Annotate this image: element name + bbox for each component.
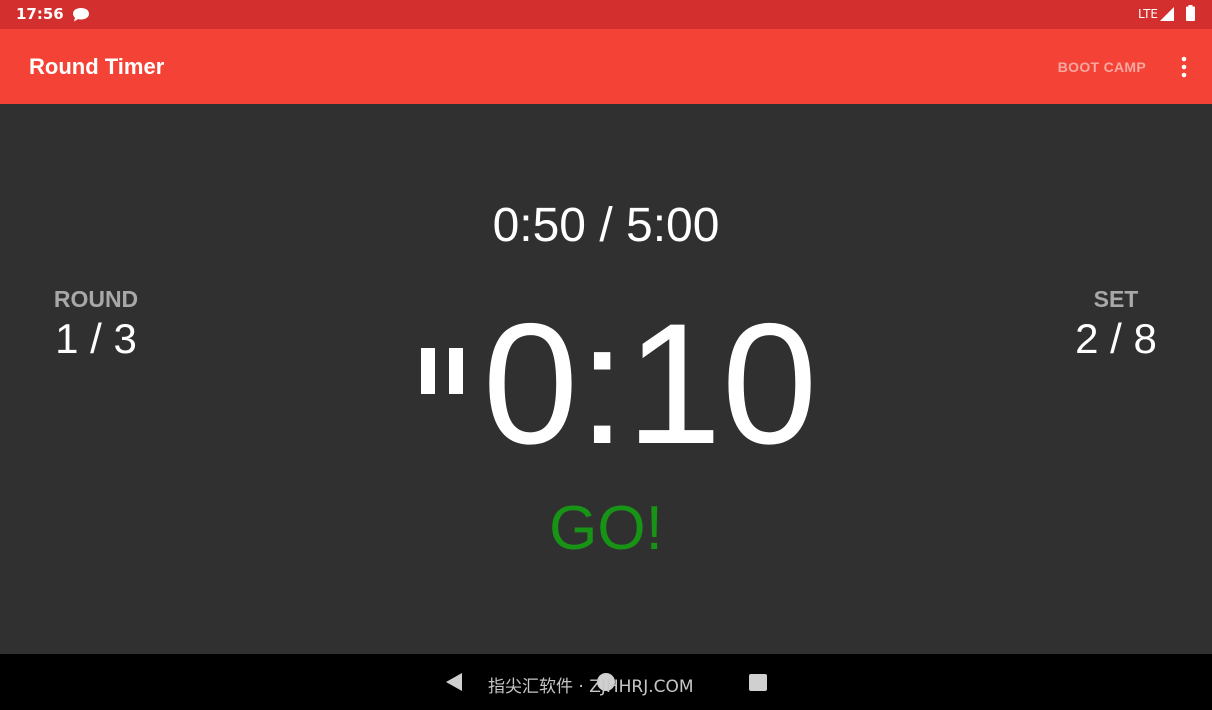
network-type: LTE <box>1138 7 1158 21</box>
more-vert-icon[interactable] <box>1178 55 1190 79</box>
boot-camp-button[interactable]: BOOT CAMP <box>1058 58 1146 76</box>
chat-bubble-icon <box>73 8 89 22</box>
status-time: 17:56 <box>16 5 64 23</box>
pause-icon[interactable] <box>413 342 471 400</box>
back-triangle-icon[interactable] <box>445 672 463 692</box>
status-text: GO! <box>549 494 663 563</box>
round-counter: ROUND 1 / 3 <box>44 284 148 364</box>
status-bar: 17:56 LTE <box>0 0 1212 29</box>
navigation-bar: 指尖汇软件 · ZJHHRJ.COM <box>0 654 1212 710</box>
round-label: ROUND <box>53 286 139 312</box>
countdown-timer: 0:10 <box>482 288 818 480</box>
round-value: 1 / 3 <box>55 315 137 362</box>
watermark: 指尖汇软件 · ZJHHRJ.COM <box>488 677 694 697</box>
pause-bar <box>449 348 463 394</box>
battery-icon <box>1186 5 1195 21</box>
set-value: 2 / 8 <box>1075 315 1157 362</box>
app-bar: Round Timer BOOT CAMP <box>0 29 1212 104</box>
elapsed-time: 0:50 / 5:00 <box>492 199 720 252</box>
app-title: Round Timer <box>29 54 165 79</box>
pause-bar <box>421 348 435 394</box>
signal-icon <box>1160 7 1174 21</box>
set-label: SET <box>1093 286 1139 312</box>
recents-square-icon[interactable] <box>749 674 767 691</box>
set-counter: SET 2 / 8 <box>1064 284 1168 364</box>
timer-panel: 0:50 / 5:00 ROUND 1 / 3 SET 2 / 8 0:10 G… <box>0 104 1212 654</box>
round-timer-screen: 17:56 LTE Round Timer BOOT CAMP 0:50 / 5… <box>0 0 1212 710</box>
